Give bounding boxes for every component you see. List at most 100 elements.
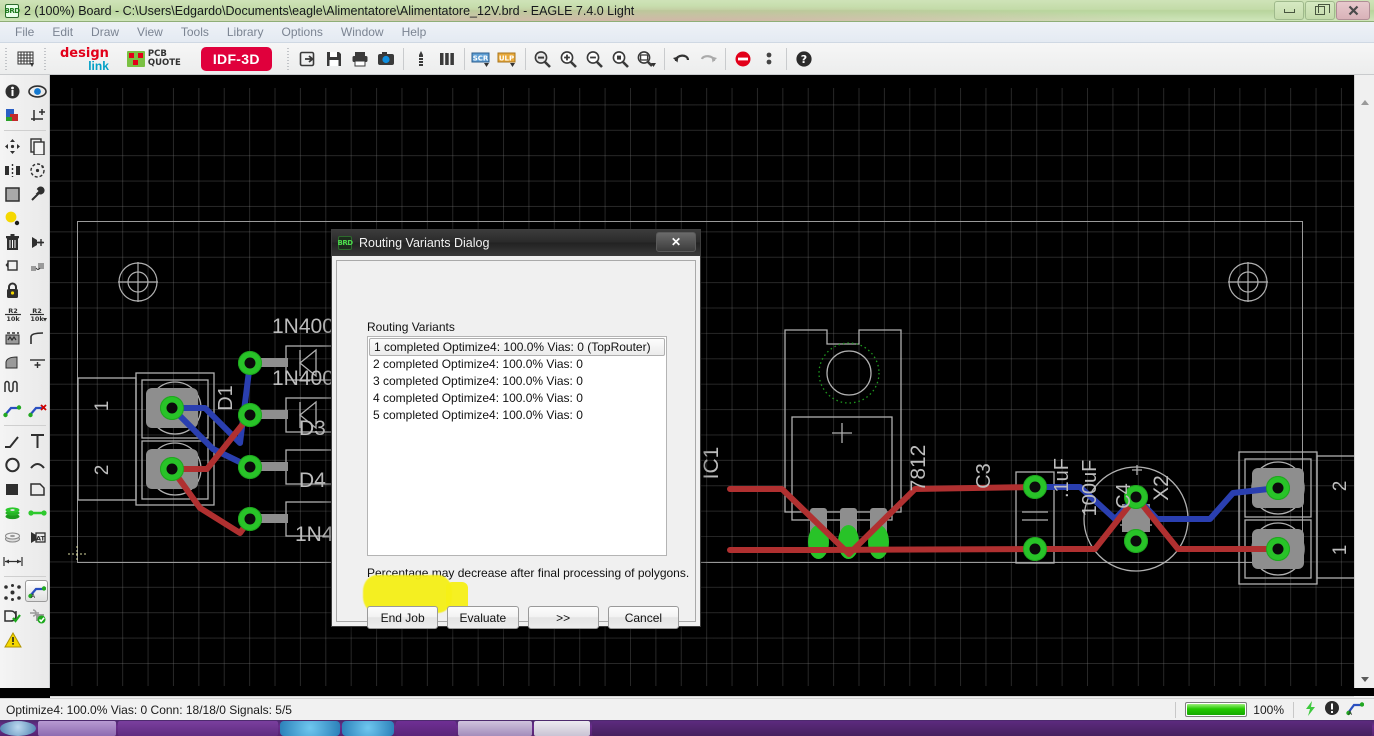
value-icon[interactable]: R2 10k — [25, 302, 50, 326]
miter-icon[interactable] — [25, 326, 50, 350]
script-icon[interactable]: SCR — [469, 47, 495, 71]
mirror-icon[interactable] — [0, 158, 25, 182]
smash-icon[interactable] — [0, 326, 25, 350]
toolbar-grip-3[interactable] — [284, 47, 292, 70]
print-icon[interactable] — [347, 47, 373, 71]
circle-icon[interactable] — [0, 453, 25, 477]
menu-library[interactable]: Library — [218, 23, 273, 41]
route-icon[interactable] — [0, 398, 25, 422]
menu-help[interactable]: Help — [393, 23, 436, 41]
autorouter-icon[interactable]: A — [25, 580, 48, 602]
errors-icon[interactable] — [25, 604, 50, 628]
paste-icon[interactable] — [0, 206, 25, 230]
zoom-out-icon[interactable] — [582, 47, 608, 71]
routing-variants-listbox[interactable]: 1 completed Optimize4: 100.0% Vias: 0 (T… — [367, 336, 667, 556]
taskbar-item-2[interactable] — [118, 720, 278, 736]
rect-icon[interactable] — [0, 477, 25, 501]
save-icon[interactable] — [321, 47, 347, 71]
evaluate-button[interactable]: Evaluate — [447, 606, 519, 629]
camera-icon[interactable] — [373, 47, 399, 71]
taskbar-item-7[interactable] — [534, 720, 590, 736]
taskbar-start-button[interactable] — [0, 720, 36, 736]
list-item[interactable]: 2 completed Optimize4: 100.0% Vias: 0 — [369, 356, 665, 373]
via-icon[interactable] — [0, 501, 25, 525]
signal-icon[interactable] — [25, 501, 50, 525]
add-icon[interactable] — [25, 230, 50, 254]
lock-icon[interactable] — [0, 278, 25, 302]
split-icon[interactable] — [0, 350, 25, 374]
toolbar-grip-2[interactable] — [42, 47, 49, 70]
scroll-down-arrow[interactable] — [1355, 670, 1374, 688]
text-icon[interactable] — [25, 429, 50, 453]
pcb-quote-logo[interactable]: PCB QUOTE — [126, 49, 181, 68]
name-icon[interactable]: R2 10k — [0, 302, 25, 326]
lightning-icon[interactable] — [1303, 700, 1318, 720]
more-icon[interactable] — [756, 47, 782, 71]
taskbar-item-1[interactable] — [38, 720, 116, 736]
display-icon[interactable] — [0, 103, 25, 127]
menu-window[interactable]: Window — [332, 23, 393, 41]
delete-icon[interactable] — [25, 206, 50, 230]
end-job-button[interactable]: End Job — [367, 606, 439, 629]
open-icon[interactable] — [295, 47, 321, 71]
list-item[interactable]: 5 completed Optimize4: 100.0% Vias: 0 — [369, 407, 665, 424]
redo-icon[interactable] — [695, 47, 721, 71]
list-item[interactable]: 1 completed Optimize4: 100.0% Vias: 0 (T… — [369, 338, 665, 356]
list-item[interactable]: 4 completed Optimize4: 100.0% Vias: 0 — [369, 390, 665, 407]
polygon-icon[interactable] — [25, 477, 50, 501]
board-canvas[interactable]: 1 2 2 1 1N4007 1N4007 D3 D4 D1 IC1 7812 … — [50, 88, 1354, 686]
show-icon[interactable] — [25, 79, 50, 103]
rotate-icon[interactable] — [25, 158, 50, 182]
trash-icon[interactable] — [0, 230, 25, 254]
move-icon[interactable] — [0, 134, 25, 158]
menu-view[interactable]: View — [128, 23, 172, 41]
maximize-button[interactable] — [1305, 1, 1335, 20]
toolbar-grip[interactable] — [3, 47, 10, 70]
idf-3d-button[interactable]: IDF-3D — [200, 46, 272, 71]
menu-draw[interactable]: Draw — [82, 23, 128, 41]
undo-icon[interactable] — [669, 47, 695, 71]
list-item[interactable]: 3 completed Optimize4: 100.0% Vias: 0 — [369, 373, 665, 390]
ripup-icon[interactable] — [25, 398, 50, 422]
vertical-scrollbar[interactable] — [1354, 75, 1374, 688]
zoom-redraw-icon[interactable] — [608, 47, 634, 71]
layers-icon[interactable] — [434, 47, 460, 71]
info-icon[interactable] — [1324, 700, 1340, 719]
ratsnest-icon[interactable] — [0, 580, 25, 604]
autorouter-status-icon[interactable]: A — [1346, 700, 1365, 719]
attribute-icon[interactable]: AT — [25, 525, 50, 549]
taskbar-item-5[interactable] — [396, 720, 456, 736]
drill-icon[interactable] — [408, 47, 434, 71]
mark-icon[interactable] — [25, 103, 50, 127]
help-icon[interactable]: ? — [791, 47, 817, 71]
design-link-logo[interactable]: design link — [60, 46, 109, 72]
replace-icon[interactable] — [25, 254, 50, 278]
zoom-fit-icon[interactable] — [530, 47, 556, 71]
taskbar-item-4[interactable] — [342, 720, 394, 736]
info-icon[interactable] — [0, 79, 25, 103]
grid-icon[interactable] — [13, 47, 39, 71]
arc-icon[interactable] — [25, 453, 50, 477]
menu-file[interactable]: File — [6, 23, 43, 41]
zoom-in-icon[interactable] — [556, 47, 582, 71]
menu-tools[interactable]: Tools — [172, 23, 218, 41]
scroll-up-arrow[interactable] — [1355, 93, 1374, 111]
wire-icon[interactable] — [0, 429, 25, 453]
taskbar-item-6[interactable] — [458, 720, 532, 736]
menu-edit[interactable]: Edit — [43, 23, 82, 41]
pinswap-icon[interactable] — [0, 254, 25, 278]
drc-icon[interactable] — [0, 604, 25, 628]
optimize-icon[interactable] — [25, 350, 50, 374]
close-button[interactable] — [1336, 1, 1370, 20]
dimension-icon[interactable] — [0, 549, 25, 573]
ulp-icon[interactable]: ULP — [495, 47, 521, 71]
zoom-select-icon[interactable] — [634, 47, 660, 71]
warning-icon[interactable] — [0, 628, 25, 652]
hole-icon[interactable] — [0, 525, 25, 549]
change-icon[interactable] — [25, 182, 50, 206]
dialog-close-button[interactable]: ✕ — [656, 232, 696, 252]
copy-icon[interactable] — [25, 134, 50, 158]
cancel-button[interactable]: Cancel — [607, 606, 679, 629]
menu-options[interactable]: Options — [273, 23, 332, 41]
taskbar-item-3[interactable] — [280, 720, 340, 736]
